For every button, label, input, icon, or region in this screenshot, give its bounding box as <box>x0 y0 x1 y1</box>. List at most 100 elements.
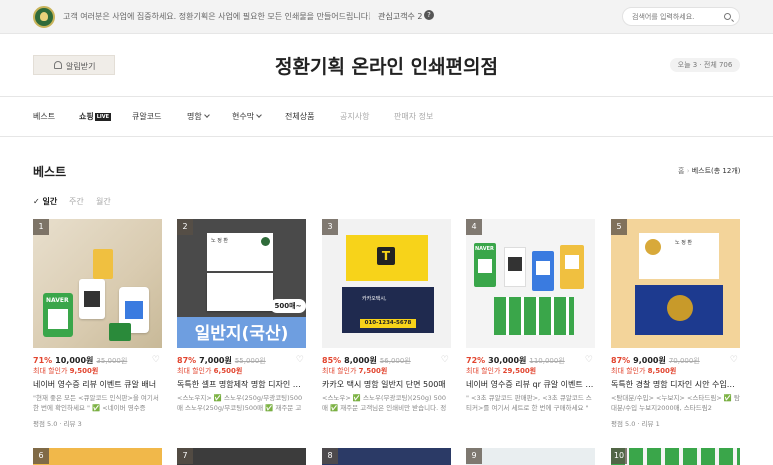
naver-text: NAVER <box>475 246 494 252</box>
original-price: 35,000원 <box>96 357 128 365</box>
product-name[interactable]: 독특한 셀프 명함제작 명함 디자인 시안 수정 <box>177 379 306 390</box>
chevron-down-icon <box>203 112 210 118</box>
product-name[interactable]: 카카오 택시 명함 일반지 단면 500매 <box>322 379 451 390</box>
product-desc: <스노우> ✅ 스노우(무광코팅)(250g) 500매 ✅ 재주문 고객님은 … <box>322 394 447 412</box>
top-banner: 고객 여러분은 사업에 집중하세요. 정환기획은 사업에 필요한 모든 인쇄물을… <box>0 0 773 34</box>
nav-best[interactable]: 베스트 <box>33 111 55 122</box>
product-image[interactable]: 6 <box>33 448 162 465</box>
product-image[interactable]: 1 NAVER <box>33 219 162 348</box>
store-logo[interactable] <box>33 6 55 28</box>
max-discount-label: 최대 할인가 <box>177 367 212 375</box>
price-row: 85% 8,000원 56,000원 ♡ <box>322 355 451 366</box>
product-name[interactable]: 독특한 경찰 명함 디자인 시안 수입지 단면 <box>611 379 740 390</box>
interest-count: 관심고객수 2 <box>378 12 423 21</box>
rank-badge: 5 <box>611 219 627 235</box>
main-nav: 베스트 쇼핑 LIVE 큐알코드 명함 현수막 전체상품 공지사항 판매자 정보 <box>0 96 773 137</box>
breadcrumb: 홈 › 베스트(총 12개) <box>678 167 741 175</box>
original-price: 70,000원 <box>668 357 700 365</box>
live-badge: LIVE <box>94 112 112 121</box>
product-image[interactable]: 2 노 정 환 500매~ 일반지(국산) <box>177 219 306 348</box>
separator: | <box>368 11 371 20</box>
max-discount-label: 최대 할인가 <box>322 367 357 375</box>
product-image[interactable]: 3 T 카카오택시, 010-1234-5678 <box>322 219 451 348</box>
product-image[interactable]: 9 <box>466 448 595 465</box>
product-image[interactable]: 8 <box>322 448 451 465</box>
tab-daily-label: 일간 <box>42 197 58 206</box>
discount-rate: 72% <box>466 356 486 365</box>
heart-icon[interactable]: ♡ <box>441 355 449 365</box>
max-discount-label: 최대 할인가 <box>611 367 646 375</box>
max-discount: 최대 할인가 8,500원 <box>611 366 676 376</box>
max-discount-price: 8,500원 <box>647 367 677 375</box>
max-discount: 최대 할인가 6,500원 <box>177 366 242 376</box>
breadcrumb-current: 베스트(총 12개) <box>691 167 741 175</box>
rank-badge: 9 <box>466 448 482 464</box>
search-input[interactable] <box>632 11 720 23</box>
product-name[interactable]: 네이버 영수증 리뷰 qr 큐알 이벤트 배너 스탠드 <box>466 379 595 390</box>
breadcrumb-home[interactable]: 홈 <box>678 167 684 175</box>
heart-icon[interactable]: ♡ <box>152 355 160 365</box>
sale-price: 30,000원 <box>488 356 527 365</box>
sale-price: 9,000원 <box>633 356 666 365</box>
original-price: 110,000원 <box>529 357 565 365</box>
visit-counter: 오늘 3 · 전체 706 <box>670 58 740 72</box>
card-name-text: 노 정 환 <box>675 240 692 246</box>
rank-badge: 10 <box>611 448 627 464</box>
discount-rate: 87% <box>611 356 631 365</box>
rank-badge: 3 <box>322 219 338 235</box>
product-desc: <탐대분/수입> <누보지> <스타드림> ✅ 탐대분/수입 누보지2000매,… <box>611 394 740 412</box>
paper-type-text: 일반지(국산) <box>194 324 289 344</box>
nav-business-card[interactable]: 명함 <box>187 111 210 122</box>
price-row: 87% 9,000원 70,000원 ♡ <box>611 355 740 366</box>
nav-banner-label: 현수막 <box>232 112 255 121</box>
max-discount-label: 최대 할인가 <box>33 367 68 375</box>
search-box[interactable] <box>622 7 740 26</box>
help-icon[interactable]: ? <box>424 10 434 20</box>
naver-text: NAVER <box>46 297 69 304</box>
heart-icon[interactable]: ♡ <box>585 355 593 365</box>
tab-monthly[interactable]: 월간 <box>96 196 111 207</box>
nav-seller-info[interactable]: 판매자 정보 <box>394 111 433 122</box>
nav-shopping-label: 쇼핑 <box>79 112 94 121</box>
quantity-badge: 500매~ <box>270 299 306 313</box>
nav-business-card-label: 명함 <box>187 112 202 121</box>
max-discount: 최대 할인가 9,500원 <box>33 366 98 376</box>
max-discount-price: 29,500원 <box>502 367 537 375</box>
taxi-logo-icon: T <box>377 247 395 265</box>
product-desc: " <3초 큐알코드 판매판>, <3초 큐알코드 스티커>를 여기서 세트로 … <box>466 394 592 412</box>
card-title-text: 카카오택시, <box>362 296 387 302</box>
card-name-text: 노 정 환 <box>211 238 228 244</box>
site-title: 정환기획 온라인 인쇄편의점 <box>275 56 498 78</box>
product-desc: "현재 좋은 모든 <큐알코드 인식판>을 여기서 한 번에 확인하세요 " ✅… <box>33 394 159 412</box>
product-image[interactable]: 10 <box>611 448 740 465</box>
review-summary: 평점 5.0 · 리뷰 3 <box>33 420 82 428</box>
rank-badge: 7 <box>177 448 193 464</box>
product-image[interactable]: 5 노 정 환 <box>611 219 740 348</box>
tab-weekly[interactable]: 주간 <box>69 196 84 207</box>
discount-rate: 71% <box>33 356 53 365</box>
product-name[interactable]: 네이버 영수증 리뷰 이벤트 큐알 배너 <box>33 379 162 390</box>
search-icon[interactable] <box>724 13 731 20</box>
nav-notice[interactable]: 공지사항 <box>340 111 369 122</box>
price-row: 87% 7,000원 55,000원 ♡ <box>177 355 306 366</box>
rank-badge: 8 <box>322 448 338 464</box>
sale-price: 7,000원 <box>199 356 232 365</box>
discount-rate: 85% <box>322 356 342 365</box>
original-price: 55,000원 <box>234 357 266 365</box>
heart-icon[interactable]: ♡ <box>730 355 738 365</box>
rank-badge: 2 <box>177 219 193 235</box>
heart-icon[interactable]: ♡ <box>296 355 304 365</box>
nav-banner[interactable]: 현수막 <box>232 111 262 122</box>
nav-all-products[interactable]: 전체상품 <box>285 111 314 122</box>
original-price: 56,000원 <box>379 357 411 365</box>
max-discount: 최대 할인가 7,500원 <box>322 366 387 376</box>
chevron-down-icon <box>256 112 262 118</box>
sale-price: 8,000원 <box>344 356 377 365</box>
nav-qrcode[interactable]: 큐알코드 <box>132 111 161 122</box>
product-image[interactable]: 4 NAVER <box>466 219 595 348</box>
tab-daily[interactable]: ✓ 일간 <box>33 196 57 207</box>
product-image[interactable]: 7 <box>177 448 306 465</box>
nav-shopping[interactable]: 쇼핑 LIVE <box>79 111 112 122</box>
max-discount-price: 7,500원 <box>358 367 388 375</box>
max-discount-price: 9,500원 <box>69 367 99 375</box>
